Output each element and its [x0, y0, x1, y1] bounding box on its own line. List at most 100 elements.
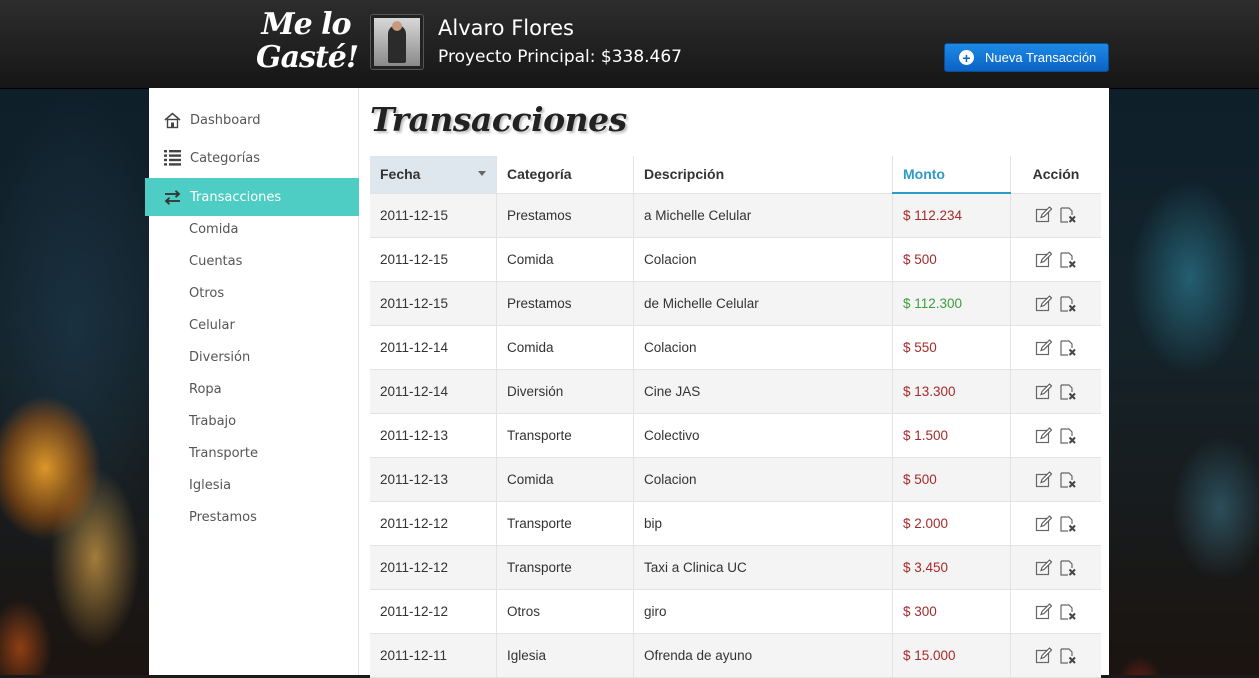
- table-row: 2011-12-11 Iglesia Ofrenda de ayuno $ 15.00…: [370, 633, 1101, 678]
- cell-fecha: 2011-12-14: [370, 325, 497, 370]
- edit-icon[interactable]: [1035, 206, 1053, 224]
- cell-fecha: 2011-12-14: [370, 369, 497, 414]
- sidebar-item-label: Transacciones: [190, 189, 282, 205]
- cell-descripcion: a Michelle Celular: [633, 193, 893, 238]
- home-icon: [163, 111, 181, 129]
- sidebar-subitem[interactable]: Celular: [189, 318, 235, 338]
- user-name: Alvaro Flores: [438, 16, 574, 40]
- edit-icon[interactable]: [1035, 558, 1053, 577]
- cell-monto: $ 500: [892, 237, 1011, 282]
- table-row: 2011-12-14 Comida Colacion $ 550: [370, 325, 1101, 370]
- sidebar-subitem[interactable]: Comida: [189, 222, 239, 242]
- sidebar-subitem[interactable]: Ropa: [189, 382, 222, 402]
- sort-desc-icon: [478, 171, 486, 176]
- table-row: 2011-12-14 Diversión Cine JAS $ 13.300: [370, 369, 1101, 414]
- delete-icon[interactable]: [1059, 427, 1077, 445]
- cell-accion: [1010, 193, 1101, 238]
- cell-accion: [1010, 237, 1101, 282]
- avatar[interactable]: [370, 14, 424, 70]
- cell-descripcion: bip: [633, 501, 893, 546]
- sidebar-item-label: Categorías: [190, 150, 261, 166]
- edit-icon[interactable]: [1035, 382, 1053, 401]
- cell-accion: [1010, 501, 1101, 546]
- app-logo[interactable]: Me lo Gasté!: [256, 7, 359, 78]
- edit-icon[interactable]: [1035, 470, 1053, 489]
- delete-icon[interactable]: [1059, 471, 1077, 489]
- table-row: 2011-12-15 Comida Colacion $ 500: [370, 237, 1101, 282]
- cell-categoria: Comida: [496, 237, 634, 282]
- transactions-table: Fecha Categoría Descripción Monto Acción…: [370, 156, 1101, 678]
- logo-text-line1: Me lo: [261, 7, 351, 42]
- cell-categoria: Diversión: [496, 369, 634, 414]
- table-row: 2011-12-15 Prestamos a Michelle Celular $ 1…: [370, 193, 1101, 238]
- cell-descripcion: Ofrenda de ayuno: [633, 633, 893, 678]
- sidebar-subitem[interactable]: Trabajo: [189, 414, 236, 434]
- sidebar-item-transacciones[interactable]: Transacciones: [145, 178, 359, 216]
- cell-accion: [1010, 369, 1101, 414]
- cell-categoria: Comida: [496, 457, 634, 502]
- cell-descripcion: giro: [633, 589, 893, 634]
- sidebar-subitem[interactable]: Otros: [189, 286, 224, 306]
- cell-categoria: Transporte: [496, 501, 634, 546]
- delete-icon[interactable]: [1059, 206, 1077, 224]
- list-icon: [163, 149, 181, 167]
- edit-icon[interactable]: [1035, 250, 1053, 269]
- column-header-categoria[interactable]: Categoría: [496, 156, 634, 194]
- delete-icon[interactable]: [1059, 559, 1077, 577]
- cell-categoria: Otros: [496, 589, 634, 634]
- delete-icon[interactable]: [1059, 515, 1077, 533]
- delete-icon[interactable]: [1059, 339, 1077, 357]
- edit-icon[interactable]: [1035, 338, 1053, 357]
- column-header-monto[interactable]: Monto: [892, 156, 1011, 194]
- sidebar-subitem[interactable]: Cuentas: [189, 254, 242, 274]
- edit-icon[interactable]: [1035, 646, 1053, 665]
- cell-monto: $ 550: [892, 325, 1011, 370]
- new-transaction-button[interactable]: + Nueva Transacción: [944, 43, 1109, 72]
- delete-icon[interactable]: [1059, 647, 1077, 665]
- sidebar-subitem[interactable]: Transporte: [189, 446, 258, 466]
- table-row: 2011-12-13 Comida Colacion $ 500: [370, 457, 1101, 502]
- delete-icon[interactable]: [1059, 383, 1077, 401]
- cell-accion: [1010, 545, 1101, 590]
- cell-fecha: 2011-12-13: [370, 457, 497, 502]
- sidebar-subitem[interactable]: Iglesia: [189, 478, 231, 498]
- edit-icon[interactable]: [1035, 294, 1053, 313]
- cell-categoria: Prestamos: [496, 193, 634, 238]
- edit-icon[interactable]: [1035, 426, 1053, 445]
- cell-fecha: 2011-12-13: [370, 413, 497, 458]
- cell-monto: $ 112.234: [892, 193, 1011, 238]
- table-row: 2011-12-12 Otros giro $ 300: [370, 589, 1101, 634]
- cell-fecha: 2011-12-15: [370, 193, 497, 238]
- cell-fecha: 2011-12-12: [370, 501, 497, 546]
- cell-accion: [1010, 413, 1101, 458]
- cell-descripcion: Colectivo: [633, 413, 893, 458]
- cell-monto: $ 300: [892, 589, 1011, 634]
- column-header-accion: Acción: [1010, 156, 1101, 194]
- cell-accion: [1010, 589, 1101, 634]
- cell-descripcion: Cine JAS: [633, 369, 893, 414]
- column-header-descripcion[interactable]: Descripción: [633, 156, 893, 194]
- sidebar-item-dashboard[interactable]: Dashboard: [149, 101, 359, 139]
- cell-categoria: Transporte: [496, 545, 634, 590]
- cell-categoria: Transporte: [496, 413, 634, 458]
- sidebar-subitem[interactable]: Diversión: [189, 350, 250, 370]
- delete-icon[interactable]: [1059, 251, 1077, 269]
- cell-descripcion: de Michelle Celular: [633, 281, 893, 326]
- cell-monto: $ 500: [892, 457, 1011, 502]
- plus-icon: +: [959, 50, 974, 65]
- sidebar-item-categorias[interactable]: Categorías: [149, 139, 359, 177]
- column-header-fecha[interactable]: Fecha: [370, 156, 497, 194]
- delete-icon[interactable]: [1059, 295, 1077, 313]
- table-row: 2011-12-12 Transporte Taxi a Clinica UC $ 3…: [370, 545, 1101, 590]
- cell-monto: $ 13.300: [892, 369, 1011, 414]
- delete-icon[interactable]: [1059, 603, 1077, 621]
- cell-descripcion: Colacion: [633, 457, 893, 502]
- logo-text-line2: Gasté!: [256, 40, 359, 75]
- sidebar-subitem[interactable]: Prestamos: [189, 510, 257, 530]
- cell-monto: $ 3.450: [892, 545, 1011, 590]
- cell-monto: $ 15.000: [892, 633, 1011, 678]
- edit-icon[interactable]: [1035, 514, 1053, 533]
- page-title: Transacciones: [370, 100, 627, 139]
- cell-descripcion: Colacion: [633, 237, 893, 282]
- edit-icon[interactable]: [1035, 602, 1053, 621]
